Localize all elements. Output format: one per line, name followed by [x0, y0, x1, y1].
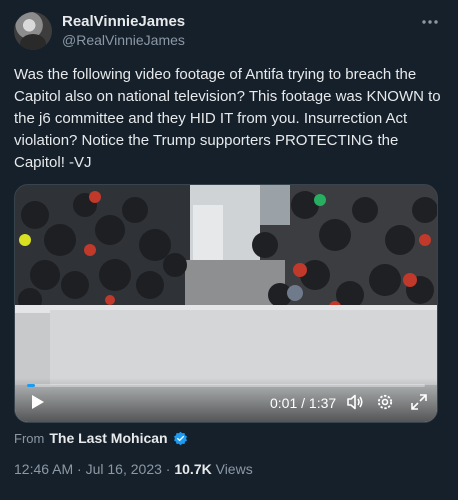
progress-bar[interactable]: [27, 384, 425, 387]
source-author-link[interactable]: The Last Mohican: [49, 430, 167, 446]
play-button[interactable]: [27, 392, 47, 412]
author-display-name[interactable]: RealVinnieJames: [62, 13, 185, 30]
tweet-time[interactable]: 12:46 AM: [14, 461, 73, 477]
tweet-date[interactable]: Jul 16, 2023: [86, 461, 162, 477]
settings-button[interactable]: [375, 392, 395, 412]
video-controls: 0:01 / 1:37: [15, 378, 437, 422]
verified-badge-icon: [173, 431, 187, 445]
avatar[interactable]: [14, 12, 52, 50]
author-handle[interactable]: @RealVinnieJames: [62, 32, 185, 48]
separator: ·: [73, 461, 86, 477]
settings-gear-icon: [377, 394, 393, 410]
tweet-meta: 12:46 AM · Jul 16, 2023 · 10.7K Views: [14, 461, 253, 477]
video-player[interactable]: 0:01 / 1:37: [14, 184, 438, 423]
views-label: Views: [211, 461, 253, 477]
volume-button[interactable]: [345, 392, 365, 412]
video-source: From The Last Mohican: [14, 430, 188, 446]
more-button[interactable]: [418, 12, 442, 32]
separator: ·: [161, 461, 175, 477]
tweet-text: Was the following video footage of Antif…: [14, 66, 445, 171]
more-horizontal-icon: [422, 20, 438, 24]
fullscreen-button[interactable]: [409, 392, 429, 412]
volume-icon: [347, 394, 363, 410]
video-time: 0:01 / 1:37: [270, 395, 337, 411]
views-count: 10.7K: [174, 461, 212, 477]
progress-fill: [27, 384, 35, 387]
play-icon: [32, 395, 44, 409]
tweet-card: RealVinnieJames @RealVinnieJames Was the…: [0, 0, 458, 500]
from-prefix: From: [14, 430, 45, 446]
fullscreen-icon: [411, 394, 427, 410]
